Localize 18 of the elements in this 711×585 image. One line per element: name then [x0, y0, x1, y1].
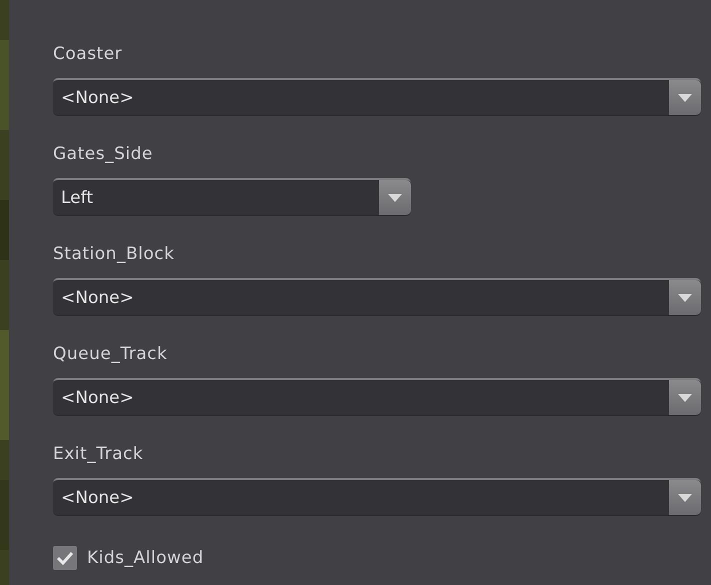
dropdown[interactable]: <None> — [53, 78, 701, 116]
dropdown[interactable]: <None> — [53, 378, 701, 416]
dropdown[interactable]: Left — [53, 178, 411, 216]
check-icon — [57, 551, 73, 565]
field-label: Exit_Track — [53, 443, 144, 466]
field-label: Coaster — [53, 43, 124, 66]
dropdown[interactable]: <None> — [53, 478, 701, 516]
caret-icon — [388, 194, 402, 202]
checkbox[interactable] — [53, 546, 77, 570]
caret-icon — [678, 394, 692, 402]
field-label: Gates_Side — [53, 143, 154, 166]
field-label: Station_Block — [53, 243, 176, 266]
dropdown[interactable]: <None> — [53, 278, 701, 316]
checkbox-label: Kids_Allowed — [87, 548, 204, 568]
caret-icon — [678, 294, 692, 302]
caret-icon — [678, 94, 692, 102]
caret-icon — [678, 494, 692, 502]
field-label: Queue_Track — [53, 343, 168, 366]
